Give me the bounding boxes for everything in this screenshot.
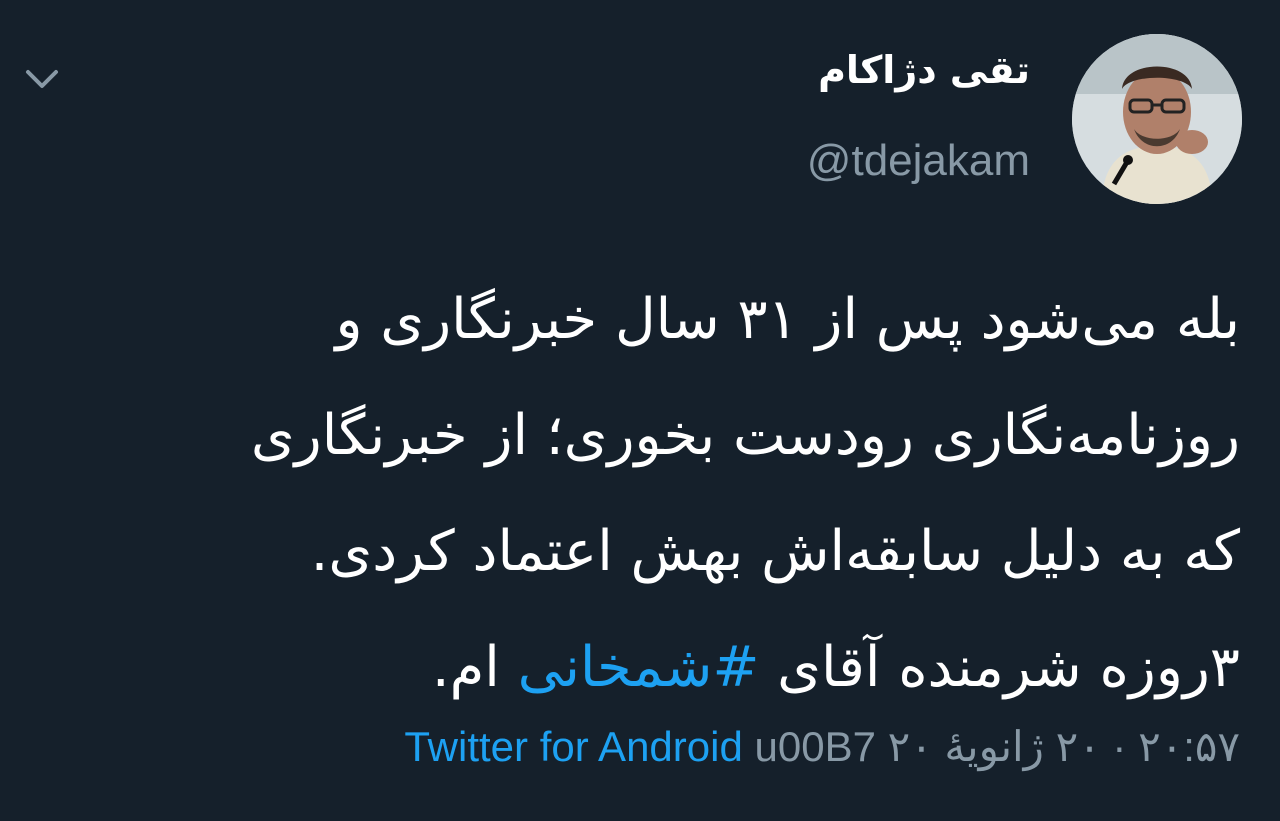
hashtag-link[interactable]: #شمخانی <box>518 635 760 700</box>
tweet-text-segment: ام. <box>431 635 518 700</box>
tweet-text-line: که به دلیل سابقه‌اش بهش اعتماد کردی. <box>310 519 1240 584</box>
tweet-text: بله می‌شود پس از ۳۱ سال خبرنگاری و روزنا… <box>40 262 1240 726</box>
avatar-image <box>1072 34 1242 204</box>
tweet-text-line: روزنامه‌نگاری رودست بخوری؛ از خبرنگاری <box>250 403 1240 468</box>
avatar[interactable] <box>1072 34 1242 204</box>
display-name[interactable]: تقی دژاکام <box>818 48 1030 92</box>
chevron-down-icon[interactable] <box>22 64 62 96</box>
tweet-meta: Twitter for Android u00B7 ۲۰:۵۷ · ۲۰ ژان… <box>404 722 1240 771</box>
tweet-text-segment: ۳روزه شرمنده آقای <box>759 635 1240 700</box>
tweet-timestamp[interactable]: ۲۰:۵۷ · ۲۰ ژانویهٔ ۲۰ <box>888 723 1240 770</box>
tweet-text-line: ۳روزه شرمنده آقای #شمخانی ام. <box>40 610 1240 726</box>
tweet-source-link[interactable]: Twitter for Android <box>404 723 742 770</box>
meta-separator: u00B7 <box>754 723 876 770</box>
user-handle[interactable]: @tdejakam <box>807 136 1030 186</box>
tweet-card: تقی دژاکام @tdejakam بله می‌شود پس از ۳۱… <box>0 0 1280 821</box>
tweet-text-line: بله می‌شود پس از ۳۱ سال خبرنگاری و <box>335 287 1240 352</box>
